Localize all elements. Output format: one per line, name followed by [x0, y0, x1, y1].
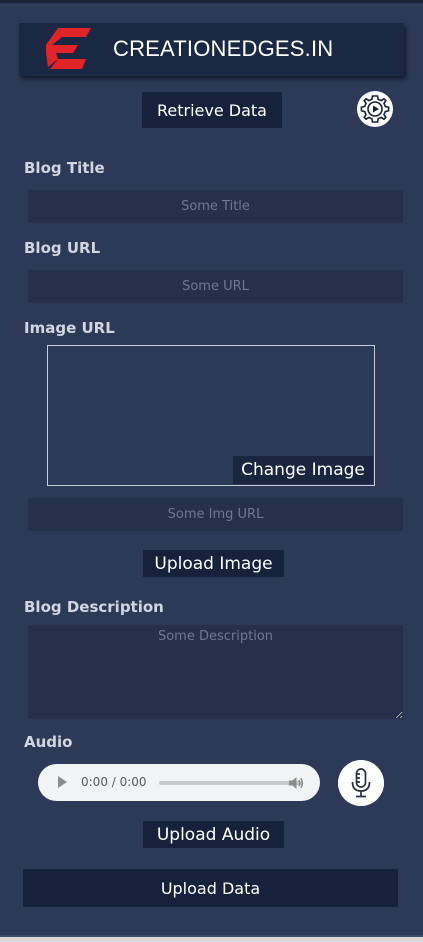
upload-audio-button[interactable]: Upload Audio: [143, 821, 284, 848]
audio-player[interactable]: 0:00 / 0:00: [38, 764, 320, 801]
audio-label: Audio: [24, 733, 73, 751]
top-edge: [0, 0, 423, 3]
brand-title: CREATIONEDGES.IN: [113, 36, 334, 61]
volume-icon[interactable]: [286, 773, 306, 793]
blog-url-input[interactable]: [28, 270, 403, 303]
header-banner: CREATIONEDGES.IN: [19, 23, 404, 76]
change-image-button[interactable]: Change Image: [233, 456, 373, 484]
audio-progress-track[interactable]: [159, 781, 303, 785]
play-icon[interactable]: [58, 776, 67, 788]
image-url-input[interactable]: [28, 498, 403, 531]
microphone-icon[interactable]: [338, 760, 384, 806]
bottom-edge: [0, 937, 423, 942]
upload-image-button[interactable]: Upload Image: [143, 550, 284, 577]
blog-title-input[interactable]: [28, 190, 403, 223]
blog-description-textarea[interactable]: [28, 625, 403, 719]
logo-e-icon: [46, 28, 91, 69]
blog-description-label: Blog Description: [24, 598, 164, 616]
audio-time: 0:00 / 0:00: [81, 775, 147, 789]
gear-play-icon[interactable]: [356, 90, 394, 128]
blog-title-label: Blog Title: [24, 159, 105, 177]
blog-url-label: Blog URL: [24, 239, 101, 257]
retrieve-data-button[interactable]: Retrieve Data: [142, 92, 282, 128]
upload-data-button[interactable]: Upload Data: [23, 869, 398, 907]
image-url-label: Image URL: [24, 319, 115, 337]
